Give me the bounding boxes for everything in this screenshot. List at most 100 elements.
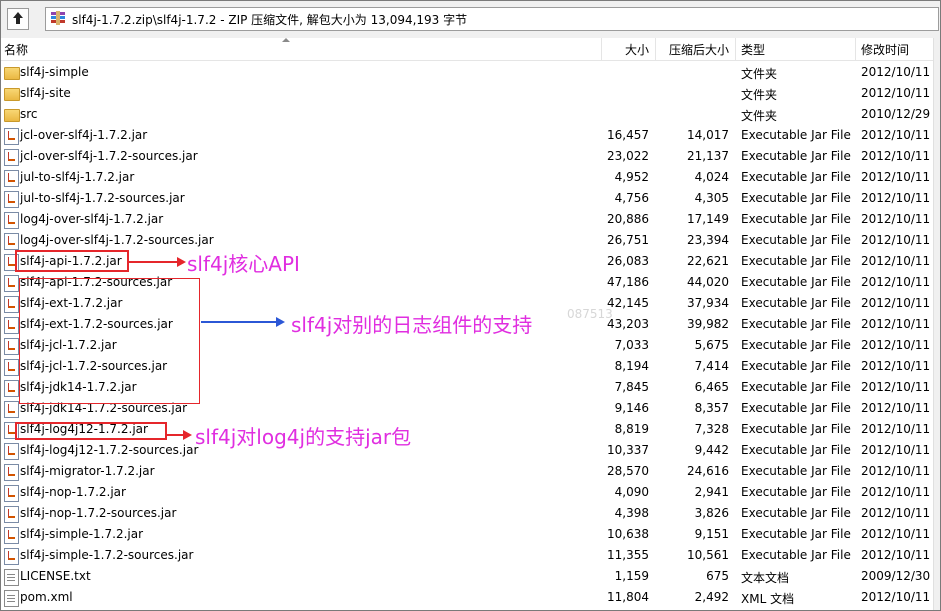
- column-type[interactable]: 类型: [741, 41, 765, 58]
- sort-ascending-icon: [282, 38, 290, 42]
- file-size: 4,756: [614, 191, 649, 205]
- file-type: Executable Jar File: [741, 443, 851, 457]
- file-compressed-size: 8,357: [694, 401, 729, 415]
- file-name: jul-to-slf4j-1.7.2-sources.jar: [20, 191, 185, 205]
- column-divider[interactable]: [601, 38, 602, 60]
- file-type: Executable Jar File: [741, 359, 851, 373]
- file-compressed-size: 21,137: [687, 149, 729, 163]
- file-row[interactable]: LICENSE.txt 1,159 675 文本文档 2009/12/30 1: [1, 566, 940, 587]
- folder-icon: [4, 109, 20, 122]
- log4j-annotation: slf4j对log4j的支持jar包: [195, 425, 412, 449]
- file-size: 42,145: [607, 296, 649, 310]
- vertical-scrollbar[interactable]: [933, 38, 940, 610]
- file-type: 文本文档: [741, 571, 790, 585]
- jar-icon: [4, 212, 19, 229]
- file-type: Executable Jar File: [741, 401, 851, 415]
- file-modified: 2012/10/11 2: [861, 422, 937, 436]
- file-name: slf4j-site: [20, 86, 71, 100]
- file-size: 10,638: [607, 527, 649, 541]
- file-size: 23,022: [607, 149, 649, 163]
- file-row[interactable]: jcl-over-slf4j-1.7.2-sources.jar 23,022 21…: [1, 146, 940, 167]
- file-compressed-size: 4,024: [694, 170, 729, 184]
- folder-icon: [4, 67, 20, 80]
- column-divider[interactable]: [855, 38, 856, 60]
- file-row[interactable]: jcl-over-slf4j-1.7.2.jar 16,457 14,017 Exec…: [1, 125, 940, 146]
- file-modified: 2012/10/11 2: [861, 317, 937, 331]
- file-size: 8,194: [614, 359, 649, 373]
- file-modified: 2012/10/11 2: [861, 275, 937, 289]
- file-row[interactable]: pom.xml 11,804 2,492 XML 文档 2012/10/11 2: [1, 587, 940, 608]
- bindings-arrow-head: [276, 317, 285, 327]
- api-arrow-head: [177, 257, 186, 267]
- api-annotation: slf4j核心API: [187, 252, 300, 276]
- file-row[interactable]: slf4j-simple 文件夹 2012/10/11 2: [1, 62, 940, 83]
- file-compressed-size: 24,616: [687, 464, 729, 478]
- file-modified: 2009/12/30 1: [861, 569, 937, 583]
- file-size: 4,398: [614, 506, 649, 520]
- file-type: XML 文档: [741, 592, 795, 606]
- file-name: slf4j-nop-1.7.2.jar: [20, 485, 126, 499]
- file-compressed-size: 37,934: [687, 296, 729, 310]
- file-row[interactable]: jul-to-slf4j-1.7.2.jar 4,952 4,024 Executab…: [1, 167, 940, 188]
- file-modified: 2010/12/29 1: [861, 107, 937, 121]
- file-compressed-size: 10,561: [687, 548, 729, 562]
- file-row[interactable]: jul-to-slf4j-1.7.2-sources.jar 4,756 4,305…: [1, 188, 940, 209]
- file-type: 文件夹: [741, 67, 778, 81]
- bindings-arrow-line: [201, 321, 277, 323]
- file-type: Executable Jar File: [741, 233, 851, 247]
- file-modified: 2012/10/11 2: [861, 254, 937, 268]
- file-row[interactable]: slf4j-migrator-1.7.2.jar 28,570 24,616 Exec…: [1, 461, 940, 482]
- jar-icon: [4, 527, 19, 544]
- file-row[interactable]: log4j-over-slf4j-1.7.2-sources.jar 26,751…: [1, 230, 940, 251]
- file-modified: 2012/10/11 2: [861, 65, 937, 79]
- file-row[interactable]: log4j-over-slf4j-1.7.2.jar 20,886 17,149 Ex…: [1, 209, 940, 230]
- jar-icon: [4, 191, 19, 208]
- column-size[interactable]: 大小: [625, 41, 649, 58]
- file-type: Executable Jar File: [741, 275, 851, 289]
- file-compressed-size: 2,941: [694, 485, 729, 499]
- folder-icon: [4, 88, 20, 101]
- file-compressed-size: 5,675: [694, 338, 729, 352]
- file-compressed-size: 39,982: [687, 317, 729, 331]
- file-compressed-size: 2,492: [694, 590, 729, 604]
- file-modified: 2012/10/11 2: [861, 170, 937, 184]
- jar-icon: [4, 548, 19, 565]
- file-compressed-size: 23,394: [687, 233, 729, 247]
- column-modified[interactable]: 修改时间: [861, 41, 909, 58]
- file-row[interactable]: slf4j-simple-1.7.2-sources.jar 11,355 10,5…: [1, 545, 940, 566]
- column-divider[interactable]: [735, 38, 736, 60]
- api-arrow-line: [129, 261, 179, 263]
- jar-icon: [4, 485, 19, 502]
- jar-icon: [4, 359, 19, 376]
- file-size: 8,819: [614, 422, 649, 436]
- file-row[interactable]: slf4j-site 文件夹 2012/10/11 2: [1, 83, 940, 104]
- file-row[interactable]: slf4j-simple-1.7.2.jar 10,638 9,151 Executa…: [1, 524, 940, 545]
- file-row[interactable]: slf4j-nop-1.7.2-sources.jar 4,398 3,826 Exe…: [1, 503, 940, 524]
- file-name: LICENSE.txt: [20, 569, 91, 583]
- file-modified: 2012/10/11 2: [861, 590, 937, 604]
- column-divider[interactable]: [655, 38, 656, 60]
- file-size: 10,337: [607, 443, 649, 457]
- column-compressed-size[interactable]: 压缩后大小: [669, 41, 729, 58]
- file-row[interactable]: src 文件夹 2010/12/29 1: [1, 104, 940, 125]
- jar-icon: [4, 464, 19, 481]
- file-compressed-size: 4,305: [694, 191, 729, 205]
- file-name: slf4j-simple-1.7.2.jar: [20, 527, 144, 541]
- column-name[interactable]: 名称: [4, 41, 28, 58]
- file-row[interactable]: slf4j-nop-1.7.2.jar 4,090 2,941 Executable …: [1, 482, 940, 503]
- watermark-text: 087513: [567, 307, 613, 321]
- file-compressed-size: 3,826: [694, 506, 729, 520]
- file-compressed-size: 22,621: [687, 254, 729, 268]
- up-folder-button[interactable]: [7, 8, 29, 30]
- file-type: Executable Jar File: [741, 485, 851, 499]
- jar-icon: [4, 380, 19, 397]
- text-file-icon: [4, 569, 19, 586]
- file-name: src: [20, 107, 38, 121]
- file-type: Executable Jar File: [741, 548, 851, 562]
- file-modified: 2012/10/11 2: [861, 548, 937, 562]
- file-row[interactable]: slf4j-log4j12-1.7.2-sources.jar 10,337 9,4…: [1, 440, 940, 461]
- file-type: Executable Jar File: [741, 380, 851, 394]
- path-field[interactable]: slf4j-1.7.2.zip\slf4j-1.7.2 - ZIP 压缩文件, …: [45, 7, 939, 31]
- file-modified: 2012/10/11 2: [861, 128, 937, 142]
- jar-icon: [4, 338, 19, 355]
